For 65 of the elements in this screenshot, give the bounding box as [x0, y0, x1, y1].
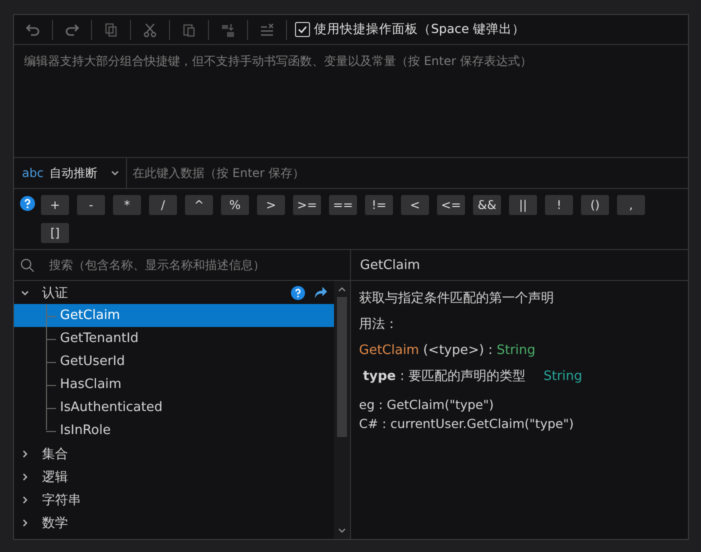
help-icon[interactable] — [291, 286, 305, 300]
operator-button[interactable]: , — [617, 195, 645, 215]
function-name: GetClaim — [359, 342, 420, 358]
expression-editor[interactable]: 编辑器支持大部分组合快捷键，但不支持手动书写函数、变量以及常量（按 Enter 保存表达式） — [14, 45, 688, 157]
operator-button[interactable]: ! — [545, 195, 573, 215]
operator-button[interactable]: != — [365, 195, 393, 215]
cut-icon[interactable] — [142, 22, 158, 38]
parameter-description: type : 要匹配的声明的类型 — [363, 368, 526, 385]
checkmark-icon — [297, 24, 308, 35]
operator-button[interactable]: [] — [41, 223, 69, 243]
example-code: eg : GetClaim("type") — [359, 396, 495, 414]
chevron-icon[interactable] — [20, 494, 30, 504]
tree-item[interactable]: IsInRole — [60, 423, 111, 438]
operator-button[interactable]: % — [221, 195, 249, 215]
operator-button[interactable]: && — [473, 195, 501, 215]
scroll-up-icon[interactable] — [337, 285, 347, 293]
operator-button[interactable]: + — [41, 195, 69, 215]
share-icon[interactable] — [313, 285, 328, 300]
operator-button[interactable]: * — [113, 195, 141, 215]
chevron-icon[interactable] — [20, 472, 30, 482]
tree-item[interactable]: IsAuthenticated — [60, 400, 162, 415]
parameter-type: String — [543, 368, 582, 384]
usage-label: 用法： — [359, 316, 399, 334]
operator-button[interactable]: == — [329, 195, 357, 215]
operator-button[interactable]: < — [401, 195, 429, 215]
tree-group-label[interactable]: 字符串 — [42, 490, 328, 508]
tree-item[interactable]: HasClaim — [60, 377, 122, 392]
tree-item[interactable]: GetTenantId — [60, 331, 139, 346]
operator-button[interactable]: > — [257, 195, 285, 215]
search-field[interactable]: 搜索（包含名称、显示名称和描述信息） — [41, 257, 350, 273]
tree-group-label[interactable]: 数学 — [42, 514, 328, 532]
clear-icon[interactable] — [259, 22, 275, 38]
search-icon — [20, 258, 35, 272]
operator-button[interactable]: <= — [437, 195, 465, 215]
operator-button[interactable]: >= — [293, 195, 321, 215]
function-description: 获取与指定条件匹配的第一个声明 — [359, 290, 555, 308]
chevron-icon[interactable] — [20, 448, 30, 458]
operator-button[interactable]: () — [581, 195, 609, 215]
tree-item[interactable]: GetClaim — [60, 308, 120, 323]
tree-item[interactable]: GetUserId — [60, 354, 125, 369]
operator-button[interactable]: || — [509, 195, 537, 215]
chevron-icon[interactable] — [20, 518, 30, 528]
scroll-down-icon[interactable] — [337, 527, 347, 535]
checkbox-label: 使用快捷操作面板（Space 键弹出） — [314, 21, 526, 38]
tree-group-label[interactable]: 逻辑 — [42, 468, 328, 486]
return-type: String — [496, 342, 536, 358]
function-title: GetClaim — [360, 258, 420, 272]
data-input-field[interactable]: 在此键入数据（按 Enter 保存） — [126, 165, 688, 181]
function-arguments: (<type>) : — [423, 342, 493, 358]
tree-group-label[interactable]: 认证 — [42, 284, 279, 302]
tree-group-label[interactable]: 集合 — [42, 444, 328, 462]
checkbox[interactable] — [295, 22, 310, 37]
operator-button[interactable]: / — [149, 195, 177, 215]
example-code: C# : currentUser.GetClaim("type") — [359, 415, 575, 433]
scrollbar[interactable] — [334, 281, 350, 539]
paste-icon[interactable] — [181, 22, 197, 38]
redo-icon[interactable] — [64, 22, 80, 38]
caret-icon[interactable] — [110, 168, 120, 178]
operator-button[interactable]: ^ — [185, 195, 213, 215]
copy-icon[interactable] — [103, 22, 119, 38]
undo-icon[interactable] — [25, 22, 41, 38]
help-icon[interactable] — [20, 196, 35, 211]
type-dropdown[interactable]: abc 自动推断 — [14, 158, 127, 188]
move-icon[interactable] — [220, 22, 236, 38]
operator-button[interactable]: - — [77, 195, 105, 215]
